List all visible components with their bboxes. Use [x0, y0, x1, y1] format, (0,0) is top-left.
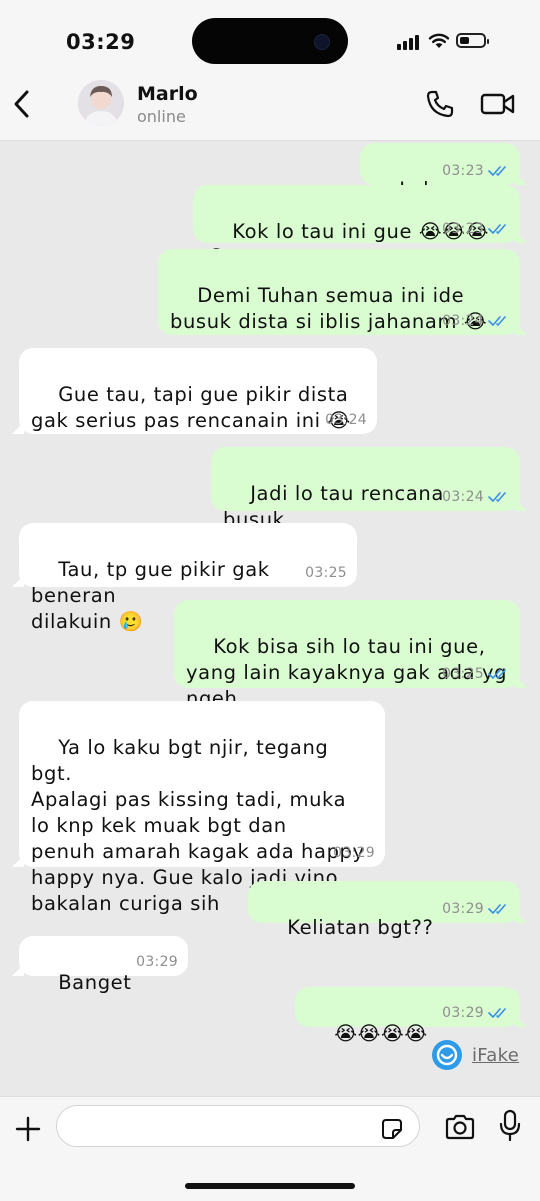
- message-meta: 03:29: [442, 901, 510, 917]
- message-meta: 03:24: [442, 313, 510, 329]
- back-arrow-icon[interactable]: [10, 88, 34, 120]
- wifi-icon: [428, 33, 450, 48]
- message-meta: 03:29: [442, 1005, 510, 1021]
- message-time: 03:25: [442, 666, 484, 682]
- read-ticks-icon: [488, 224, 506, 234]
- message-meta: 03:25: [442, 666, 510, 682]
- video-camera-icon[interactable]: [480, 90, 516, 118]
- message-time: 03:24: [442, 313, 484, 329]
- phone-icon[interactable]: [424, 88, 456, 120]
- top-bar: 03:29 Marlo online: [0, 0, 540, 141]
- ifake-label[interactable]: iFake: [472, 1045, 519, 1066]
- read-ticks-icon: [488, 316, 506, 326]
- message-time: 03:29: [442, 901, 484, 917]
- message-meta: 03:29: [136, 954, 178, 970]
- read-ticks-icon: [488, 492, 506, 502]
- composer-bar: [0, 1096, 540, 1201]
- message-bubble[interactable]: Banget 03:29: [12, 936, 188, 994]
- microphone-icon[interactable]: [498, 1109, 522, 1143]
- message-time: 03:23: [442, 221, 484, 237]
- front-camera: [314, 34, 330, 50]
- battery-icon: [456, 33, 489, 48]
- message-meta: 03:24: [442, 489, 510, 505]
- message-time: 03:24: [325, 412, 367, 428]
- contact-status: online: [137, 107, 186, 126]
- message-meta: 03:24: [325, 412, 367, 428]
- contact-name[interactable]: Marlo: [137, 83, 198, 105]
- read-ticks-icon: [488, 669, 506, 679]
- message-bubble[interactable]: Lah 03:23: [360, 143, 527, 201]
- contact-avatar[interactable]: [78, 80, 124, 126]
- camera-icon[interactable]: [444, 1113, 476, 1141]
- message-bubble[interactable]: Kok bisa sih lo tau ini gue, yang lain k…: [174, 600, 527, 710]
- message-time: 03:29: [442, 1005, 484, 1021]
- read-ticks-icon: [488, 904, 506, 914]
- message-time: 03:25: [305, 565, 347, 581]
- message-bubble[interactable]: Demi Tuhan semua ini ide busuk dista si …: [158, 249, 527, 335]
- message-time: 03:29: [333, 845, 375, 861]
- message-bubble[interactable]: Gue tau, tapi gue pikir dista gak serius…: [12, 348, 377, 434]
- read-ticks-icon: [488, 1008, 506, 1018]
- message-time: 03:29: [136, 954, 178, 970]
- message-text: Keliatan bgt??: [287, 916, 434, 939]
- message-bubble[interactable]: Ya lo kaku bgt njir, tegang bgt. Apalagi…: [12, 701, 385, 915]
- message-input[interactable]: [56, 1105, 420, 1147]
- home-indicator: [185, 1183, 355, 1189]
- message-bubble[interactable]: Kok lo tau ini gue 😭😭😭😭 03:23: [193, 185, 527, 269]
- message-time: 03:23: [442, 163, 484, 179]
- message-bubble[interactable]: Jadi lo tau rencana busuk dia???? 03:24: [211, 447, 527, 557]
- message-bubble[interactable]: Tau, tp gue pikir gak beneran dilakuin 🥲…: [12, 523, 357, 633]
- message-time: 03:24: [442, 489, 484, 505]
- message-meta: 03:25: [305, 565, 347, 581]
- message-meta: 03:23: [442, 221, 510, 237]
- message-text: 😭😭😭😭: [334, 1022, 428, 1045]
- chat-area[interactable]: Lah 03:23 Kok lo tau ini gue 😭😭😭😭 03:23 …: [0, 141, 540, 1096]
- message-text: Gue tau, tapi gue pikir dista gak serius…: [31, 383, 351, 432]
- status-time: 03:29: [66, 30, 136, 54]
- dynamic-island: [192, 18, 348, 64]
- signal-icon: [397, 34, 423, 50]
- message-text: Banget: [58, 971, 132, 994]
- message-meta: 03:29: [333, 845, 375, 861]
- ifake-watermark[interactable]: iFake: [432, 1040, 519, 1070]
- plus-icon[interactable]: [14, 1115, 42, 1143]
- message-meta: 03:23: [442, 163, 510, 179]
- ifake-logo-icon: [432, 1040, 462, 1070]
- read-ticks-icon: [488, 166, 506, 176]
- message-bubble[interactable]: Keliatan bgt?? 03:29: [248, 881, 527, 939]
- message-bubble[interactable]: 😭😭😭😭 03:29: [295, 987, 527, 1045]
- message-text: Demi Tuhan semua ini ide busuk dista si …: [170, 284, 488, 333]
- sticker-icon[interactable]: [380, 1117, 404, 1141]
